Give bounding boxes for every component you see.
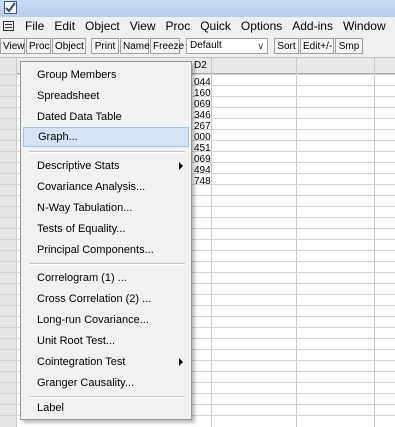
freeze-button[interactable]: Freeze — [150, 38, 184, 54]
smpl-button[interactable]: Smp — [335, 38, 363, 54]
menu-item-graph[interactable]: Graph... — [23, 127, 189, 147]
menu-item-cointegration-test[interactable]: Cointegration Test — [23, 352, 189, 372]
menu-item-spreadsheet[interactable]: Spreadsheet — [23, 86, 189, 106]
menu-item-descriptive-stats[interactable]: Descriptive Stats — [23, 156, 189, 176]
proc-button[interactable]: Proc — [26, 38, 51, 54]
menu-proc[interactable]: Proc — [161, 17, 196, 36]
object-button[interactable]: Object — [52, 38, 86, 54]
menu-object[interactable]: Object — [80, 17, 125, 36]
group-toolbar: View Proc Object Print Name Freeze Defau… — [0, 36, 395, 58]
menu-edit[interactable]: Edit — [49, 17, 80, 36]
submenu-arrow-icon — [179, 162, 183, 170]
menu-item-covariance-analysis[interactable]: Covariance Analysis... — [23, 177, 189, 197]
menu-separator — [29, 263, 185, 265]
menu-item-tests-of-equality[interactable]: Tests of Equality... — [23, 219, 189, 239]
proc-dropdown-menu: Group Members Spreadsheet Dated Data Tab… — [20, 61, 192, 420]
menu-item-unit-root-test[interactable]: Unit Root Test... — [23, 331, 189, 351]
menu-view[interactable]: View — [125, 17, 161, 36]
window-system-menu-icon[interactable] — [3, 21, 14, 31]
name-button[interactable]: Name — [120, 38, 150, 54]
menu-add-ins[interactable]: Add-ins — [287, 17, 338, 36]
print-button[interactable]: Print — [91, 38, 119, 54]
menu-options[interactable]: Options — [236, 17, 287, 36]
menu-file[interactable]: File — [20, 17, 49, 36]
eviews-app-icon[interactable] — [4, 1, 17, 14]
menu-item-dated-data-table[interactable]: Dated Data Table — [23, 107, 189, 127]
view-button[interactable]: View — [0, 38, 25, 54]
menu-item-label-object[interactable]: Label — [23, 398, 189, 418]
menu-bar: File Edit Object View Proc Quick Options… — [0, 17, 395, 36]
submenu-arrow-icon — [179, 358, 183, 366]
edit-toggle-button[interactable]: Edit+/- — [300, 38, 334, 54]
menu-quick[interactable]: Quick — [195, 17, 236, 36]
title-bar — [0, 0, 395, 17]
menu-item-correlogram[interactable]: Correlogram (1) ... — [23, 268, 189, 288]
display-format-value: Default — [190, 40, 222, 51]
menu-item-group-members[interactable]: Group Members — [23, 65, 189, 85]
menu-item-cross-correlation[interactable]: Cross Correlation (2) ... — [23, 289, 189, 309]
chevron-down-icon: ∨ — [257, 41, 264, 51]
menu-item-n-way-tabulation[interactable]: N-Way Tabulation... — [23, 198, 189, 218]
menu-window[interactable]: Window — [338, 17, 391, 36]
sort-button[interactable]: Sort — [274, 38, 299, 54]
menu-item-long-run-covariance[interactable]: Long-run Covariance... — [23, 310, 189, 330]
menu-item-label: Descriptive Stats — [37, 160, 120, 172]
menu-separator — [29, 151, 185, 153]
menu-item-label: Cointegration Test — [37, 356, 126, 368]
display-format-select[interactable]: Default ∨ — [186, 38, 268, 54]
menu-item-principal-components[interactable]: Principal Components... — [23, 240, 189, 260]
column-header-d2[interactable]: D2 — [194, 59, 207, 72]
menu-item-granger-causality[interactable]: Granger Causality... — [23, 373, 189, 393]
cell-value[interactable]: 748 — [194, 175, 211, 188]
